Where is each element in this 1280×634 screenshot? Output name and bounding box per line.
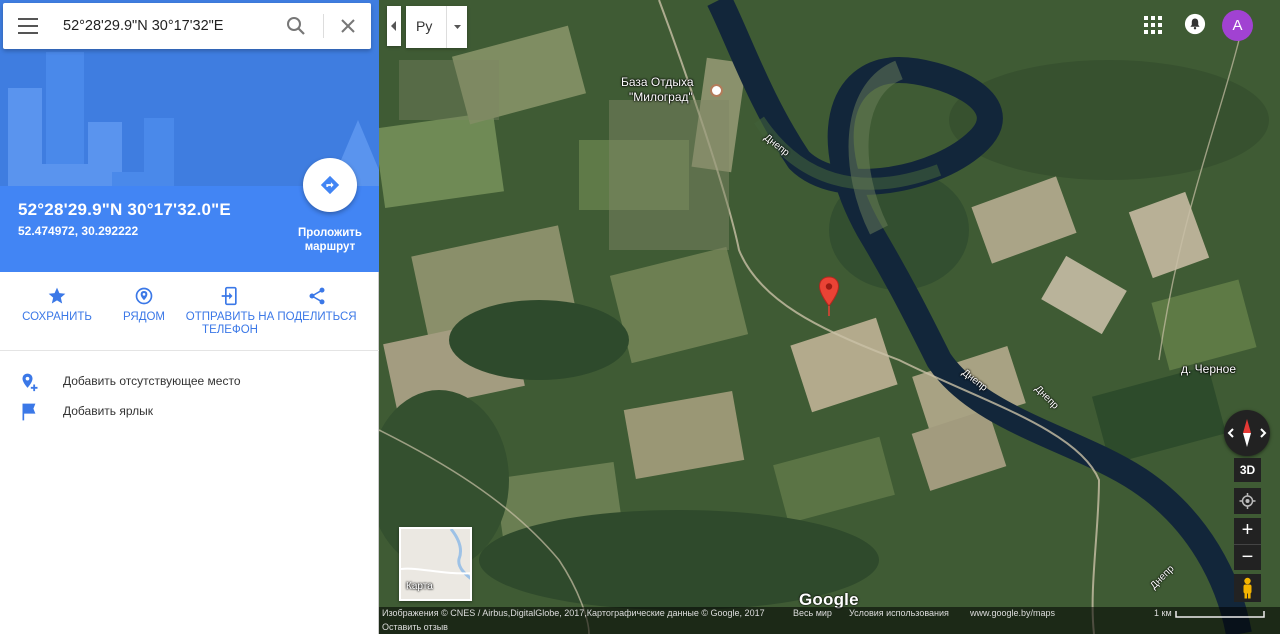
account-avatar[interactable]: A	[1222, 10, 1253, 41]
building	[112, 172, 160, 186]
nearby-pin-icon	[135, 287, 153, 305]
map-type-toggle[interactable]: Карта	[399, 527, 472, 601]
my-location-icon	[1239, 493, 1256, 509]
side-panel: 52°28'29.9"N 30°17'32.0"E 52.474972, 30.…	[0, 0, 379, 634]
zoom-in-button[interactable]: +	[1234, 518, 1261, 544]
place-title: 52°28'29.9"N 30°17'32.0"E	[18, 200, 231, 219]
share-button[interactable]: ПОДЕЛИТЬСЯ	[272, 286, 362, 324]
send-to-phone-label: ОТПРАВИТЬ НА ТЕЛЕФОН	[185, 311, 275, 336]
language-dropdown-toggle[interactable]	[446, 6, 467, 48]
scale-label[interactable]: 1 км	[1154, 608, 1172, 618]
save-button[interactable]: СОХРАНИТЬ	[12, 286, 102, 324]
compass-icon	[1227, 419, 1267, 447]
search-input[interactable]: 52°28'29.9"N 30°17'32"E	[63, 18, 223, 34]
terms-link[interactable]: Условия использования	[849, 608, 949, 618]
my-location-button[interactable]	[1234, 488, 1261, 514]
send-to-phone-icon	[221, 286, 237, 306]
nearby-button[interactable]: РЯДОМ	[99, 286, 189, 324]
site-link[interactable]: www.google.by/maps	[970, 608, 1055, 618]
action-bar: СОХРАНИТЬ РЯДОМ ОТПРАВИТЬ НА ТЕЛЕФОН ПОД…	[0, 272, 379, 351]
chevron-left-icon	[391, 21, 396, 31]
pegman-icon	[1243, 577, 1252, 599]
location-pin-icon[interactable]	[818, 276, 840, 318]
save-label: СОХРАНИТЬ	[22, 311, 92, 323]
poi-label-line2[interactable]: "Милоград"	[629, 90, 693, 104]
close-icon[interactable]	[338, 16, 358, 36]
feedback-link[interactable]: Оставить отзыв	[382, 622, 448, 632]
search-box: 52°28'29.9"N 30°17'32"E	[3, 3, 371, 49]
map-footer: Изображения © CNES / Airbus,DigitalGlobe…	[379, 607, 1280, 621]
apps-grid-icon[interactable]	[1144, 16, 1162, 34]
directions-label[interactable]: Проложить маршрут	[288, 226, 372, 254]
search-divider	[323, 14, 324, 38]
compass-button[interactable]	[1224, 410, 1270, 456]
flag-icon	[22, 403, 36, 421]
menu-icon[interactable]	[18, 18, 38, 34]
place-decimal-coords[interactable]: 52.474972, 30.292222	[18, 224, 138, 238]
poi-label-line1[interactable]: База Отдыха	[621, 75, 694, 89]
language-value: Ру	[416, 18, 433, 34]
feedback-bar: Оставить отзыв	[379, 621, 1280, 634]
directions-button[interactable]	[303, 158, 357, 212]
directions-icon	[320, 175, 340, 195]
scale-bar[interactable]	[1175, 609, 1265, 619]
village-label[interactable]: д. Черное	[1181, 362, 1236, 376]
add-label-label: Добавить ярлык	[63, 404, 154, 418]
poi-marker-icon[interactable]	[710, 84, 723, 97]
add-label-row[interactable]: Добавить ярлык	[0, 397, 379, 425]
caret-down-icon	[454, 25, 461, 29]
zoom-out-button[interactable]: −	[1234, 544, 1261, 570]
minimap-label: Карта	[406, 581, 433, 592]
send-to-phone-button[interactable]: ОТПРАВИТЬ НА ТЕЛЕФОН	[185, 286, 275, 337]
search-icon[interactable]	[286, 16, 306, 36]
region-link[interactable]: Весь мир	[793, 608, 832, 618]
imagery-attribution: Изображения © CNES / Airbus,DigitalGlobe…	[382, 608, 765, 618]
star-icon	[48, 287, 66, 304]
notifications-icon[interactable]	[1184, 13, 1206, 35]
building	[24, 164, 120, 186]
add-place-icon	[22, 373, 38, 392]
share-label: ПОДЕЛИТЬСЯ	[277, 311, 357, 323]
street-view-button[interactable]	[1234, 574, 1261, 602]
share-icon	[309, 287, 325, 305]
add-missing-place-label: Добавить отсутствующее место	[63, 374, 241, 388]
add-missing-place-row[interactable]: Добавить отсутствующее место	[0, 367, 379, 395]
collapse-panel-button[interactable]	[387, 6, 401, 46]
nearby-label: РЯДОМ	[122, 311, 166, 323]
language-selector[interactable]: Ру	[406, 6, 467, 48]
tilt-3d-button[interactable]: 3D	[1234, 458, 1261, 482]
